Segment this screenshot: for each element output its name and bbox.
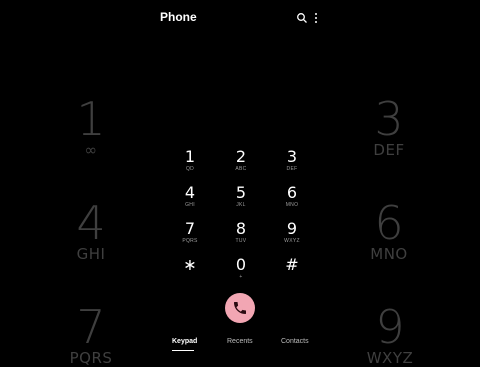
key-3[interactable]: 3 DEF (266, 148, 318, 182)
background-digit: 3 (374, 92, 404, 146)
key-1[interactable]: 1 QD (164, 148, 216, 182)
search-icon[interactable] (296, 12, 308, 24)
background-letters: DEF (373, 141, 405, 159)
key-7[interactable]: 7 PQRS (164, 220, 216, 254)
tab-recents[interactable]: Recents (227, 338, 253, 345)
voicemail-icon: QD (185, 166, 195, 172)
voicemail-icon: ∞ (84, 141, 98, 159)
key-4[interactable]: 4 GHI (164, 184, 216, 218)
tab-contacts[interactable]: Contacts (281, 338, 309, 345)
key-letters: + (239, 274, 243, 280)
key-9[interactable]: 9 WXYZ (266, 220, 318, 254)
background-digit: 6 (374, 196, 404, 250)
background-digit: 1 (76, 92, 106, 146)
key-digit: 4 (184, 183, 196, 202)
background-letters: WXYZ (366, 349, 414, 367)
more-vert-icon[interactable] (312, 12, 320, 24)
key-5[interactable]: 5 JKL (215, 184, 267, 218)
key-letters: PQRS (182, 238, 198, 244)
key-digit: 6 (286, 183, 298, 202)
background-key-4: 4 GHI (64, 200, 118, 262)
key-star[interactable]: ∗ (164, 256, 216, 290)
background-key-9: 9 WXYZ (360, 304, 420, 366)
background-digit: 9 (375, 300, 405, 354)
key-hash[interactable]: # (266, 256, 318, 290)
key-digit: 2 (235, 147, 247, 166)
phone-screen: Phone 1 QD 2 ABC 3 DEF 4 GHI 5 JKL 6 MNO… (150, 0, 330, 360)
active-tab-indicator (172, 350, 194, 351)
background-key-3: 3 DEF (364, 96, 414, 158)
key-digit: 5 (235, 183, 247, 202)
background-letters: GHI (76, 245, 106, 263)
phone-icon (234, 302, 246, 314)
background-key-1: 1 ∞ (66, 96, 116, 158)
background-letters: PQRS (69, 349, 113, 367)
key-letters: GHI (185, 202, 195, 208)
key-digit: 1 (184, 147, 196, 166)
call-button[interactable] (225, 293, 255, 323)
key-digit: 9 (286, 219, 298, 238)
key-letters: WXYZ (284, 238, 300, 244)
key-6[interactable]: 6 MNO (266, 184, 318, 218)
key-digit: # (285, 255, 299, 274)
key-digit: 8 (235, 219, 247, 238)
bottom-tab-bar: Keypad Recents Contacts (150, 338, 330, 352)
key-2[interactable]: 2 ABC (215, 148, 267, 182)
background-key-7: 7 PQRS (62, 304, 120, 366)
key-8[interactable]: 8 TUV (215, 220, 267, 254)
background-digit: 7 (76, 300, 106, 354)
key-0[interactable]: 0 + (215, 256, 267, 290)
key-letters: JKL (236, 202, 246, 208)
key-letters: TUV (235, 238, 247, 244)
key-letters: MNO (285, 202, 299, 208)
tab-keypad[interactable]: Keypad (172, 338, 197, 345)
page-title: Phone (160, 10, 197, 24)
key-digit: 0 (235, 255, 247, 274)
key-digit: 7 (184, 219, 196, 238)
background-digit: 4 (76, 196, 106, 250)
key-digit: ∗ (183, 255, 197, 274)
key-digit: 3 (286, 147, 298, 166)
background-key-6: 6 MNO (362, 200, 416, 262)
key-letters: ABC (235, 166, 247, 172)
key-letters: DEF (286, 166, 298, 172)
background-letters: MNO (370, 245, 408, 263)
